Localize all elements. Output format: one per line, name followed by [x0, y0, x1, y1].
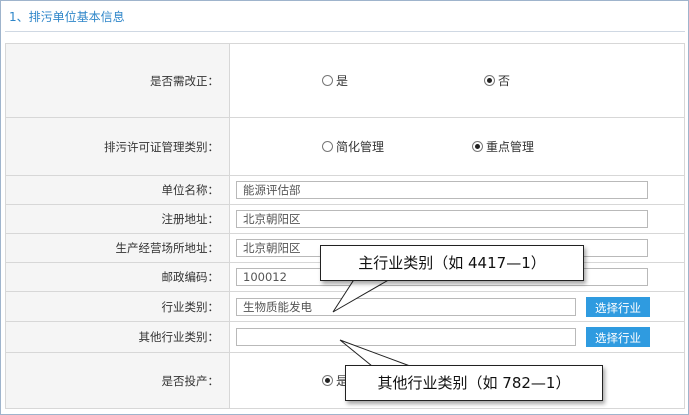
radio-simplified-management[interactable]: 简化管理 [322, 138, 384, 155]
label-site-address: 生产经营场所地址： [5, 233, 230, 263]
row-reg-address: 注册地址： [5, 204, 685, 234]
row-permit-type: 排污许可证管理类别： 简化管理 重点管理 [5, 117, 685, 176]
basic-info-form: 是否需改正： 是 否 排污许可证管理类别： 简化管理 重点管理 单位名称： 能源… [5, 43, 685, 409]
row-rectify: 是否需改正： 是 否 [5, 43, 685, 118]
row-unit-name: 单位名称： [5, 175, 685, 205]
unit-name-input[interactable] [236, 181, 648, 199]
label-industry: 行业类别： [5, 291, 230, 322]
label-other-industry: 其他行业类别： [5, 321, 230, 353]
section-title: 1、排污单位基本信息 [9, 10, 125, 24]
select-other-industry-button[interactable]: 选择行业 [586, 327, 650, 347]
radio-rectify-no[interactable]: 否 [484, 72, 510, 89]
label-permit-type: 排污许可证管理类别： [5, 117, 230, 176]
label-reg-address: 注册地址： [5, 204, 230, 234]
radio-rectify-yes[interactable]: 是 [322, 72, 348, 89]
radio-checked-icon [472, 141, 484, 152]
permit-type-radio-group: 简化管理 重点管理 [236, 138, 684, 155]
label-in-production: 是否投产： [5, 352, 230, 409]
radio-unchecked-icon [322, 141, 333, 152]
form-panel: 1、排污单位基本信息 是否需改正： 是 否 排污许可证管理类别： 简化管理 重点… [0, 0, 689, 415]
radio-unchecked-icon [322, 75, 333, 86]
row-industry: 行业类别： 选择行业 [5, 291, 685, 322]
select-industry-button[interactable]: 选择行业 [586, 296, 650, 317]
callout-main-industry: 主行业类别（如 4417—1） [320, 245, 584, 281]
other-industry-input[interactable] [236, 328, 576, 346]
row-other-industry: 其他行业类别： 选择行业 [5, 321, 685, 353]
callout-other-industry: 其他行业类别（如 782—1） [345, 365, 603, 401]
radio-checked-icon [484, 75, 496, 86]
industry-input[interactable] [236, 297, 576, 316]
radio-key-management[interactable]: 重点管理 [472, 138, 534, 155]
rectify-radio-group: 是 否 [236, 72, 684, 89]
reg-address-input[interactable] [236, 210, 648, 228]
label-rectify: 是否需改正： [5, 43, 230, 118]
title-divider [5, 31, 685, 32]
label-postcode: 邮政编码： [5, 262, 230, 292]
label-unit-name: 单位名称： [5, 175, 230, 205]
radio-checked-icon [322, 375, 333, 386]
